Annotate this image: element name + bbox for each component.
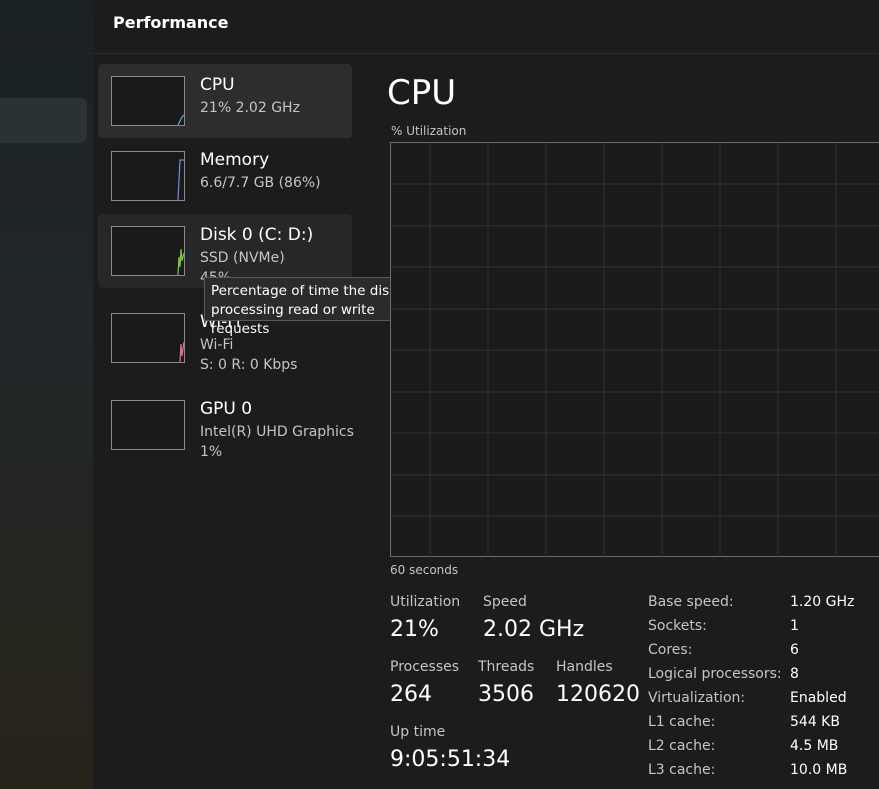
spec-value-logical-processors: 8: [790, 666, 799, 682]
cpu-thumbnail-graph: [111, 76, 185, 126]
sidebar-item-detail: Intel(R) UHD Graphics: [200, 424, 354, 440]
uptime-value: 9:05:51:34: [390, 747, 511, 772]
sidebar-item-label: Disk 0 (C: D:): [200, 225, 314, 245]
processes-value: 264: [390, 682, 432, 707]
disk-thumbnail-graph: [111, 226, 185, 276]
spec-label-sockets: Sockets:: [648, 618, 707, 634]
left-nav-selected-item[interactable]: [0, 98, 87, 143]
spec-value-cores: 6: [790, 642, 799, 658]
spec-label-cores: Cores:: [648, 642, 693, 658]
spec-value-base-speed: 1.20 GHz: [790, 594, 855, 610]
sidebar-item-detail: SSD (NVMe): [200, 250, 285, 266]
wifi-thumbnail-graph: [111, 313, 185, 363]
threads-label: Threads: [478, 659, 535, 675]
spec-label-l2-cache: L2 cache:: [648, 738, 716, 754]
uptime-label: Up time: [390, 724, 446, 740]
page-header: Performance: [93, 0, 879, 54]
spec-value-l2-cache: 4.5 MB: [790, 738, 839, 754]
sidebar-item-gpu-0[interactable]: GPU 0 Intel(R) UHD Graphics 1%: [98, 388, 354, 462]
cpu-utilization-graph: [390, 142, 879, 558]
sidebar-item-label: Memory: [200, 150, 270, 170]
sidebar-item-cpu[interactable]: CPU 21% 2.02 GHz: [98, 64, 352, 138]
sidebar-item-label: GPU 0: [200, 399, 253, 419]
spec-value-sockets: 1: [790, 618, 799, 634]
spec-label-l3-cache: L3 cache:: [648, 762, 716, 778]
spec-label-virtualization: Virtualization:: [648, 690, 746, 706]
sidebar-item-detail: 21% 2.02 GHz: [200, 100, 300, 116]
sidebar-item-detail: 6.6/7.7 GB (86%): [200, 175, 321, 191]
processes-label: Processes: [390, 659, 460, 675]
sidebar-item-label: CPU: [200, 75, 235, 95]
graph-grid: [391, 143, 879, 558]
speed-label: Speed: [483, 594, 527, 610]
handles-value: 120620: [556, 682, 640, 707]
spec-value-l1-cache: 544 KB: [790, 714, 840, 730]
left-nav-pane: [0, 0, 93, 789]
memory-thumbnail-graph: [111, 151, 185, 201]
sidebar-item-memory[interactable]: Memory 6.6/7.7 GB (86%): [98, 139, 352, 213]
spec-label-logical-processors: Logical processors:: [648, 666, 782, 682]
sidebar-item-detail: Wi-Fi: [200, 337, 234, 353]
sidebar-item-detail-2: S: 0 R: 0 Kbps: [200, 357, 298, 373]
utilization-axis-label: % Utilization: [391, 124, 467, 138]
time-axis-label: 60 seconds: [390, 563, 459, 577]
threads-value: 3506: [478, 682, 534, 707]
spec-label-l1-cache: L1 cache:: [648, 714, 716, 730]
gpu-thumbnail-graph: [111, 400, 185, 450]
spec-value-l3-cache: 10.0 MB: [790, 762, 848, 778]
speed-value: 2.02 GHz: [483, 617, 585, 642]
page-title: Performance: [113, 13, 229, 32]
handles-label: Handles: [556, 659, 613, 675]
utilization-label: Utilization: [390, 594, 461, 610]
spec-label-base-speed: Base speed:: [648, 594, 734, 610]
sidebar-item-detail-2: 1%: [200, 444, 223, 460]
spec-value-virtualization: Enabled: [790, 690, 847, 706]
utilization-value: 21%: [390, 617, 439, 642]
detail-title: CPU: [387, 73, 457, 113]
